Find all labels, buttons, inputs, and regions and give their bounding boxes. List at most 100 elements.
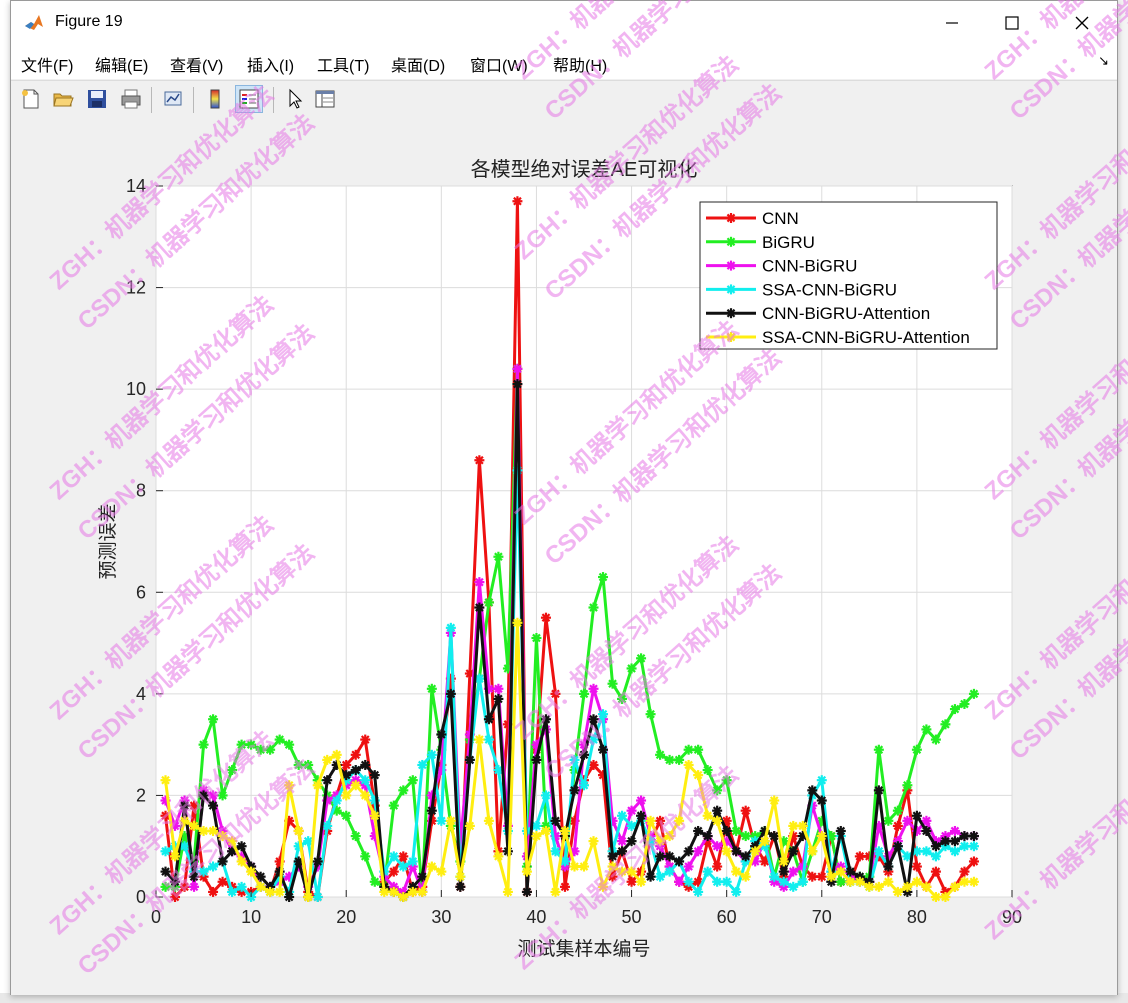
legend-icon — [239, 89, 259, 109]
data-point-marker — [588, 683, 599, 694]
data-point-marker — [712, 785, 723, 796]
data-point-marker — [312, 856, 323, 867]
data-point-marker — [721, 775, 732, 786]
title-bar: Figure 19 — [11, 1, 1117, 45]
data-point-marker — [579, 749, 589, 760]
data-point-marker — [274, 886, 285, 897]
data-point-marker — [540, 790, 551, 801]
data-point-marker — [493, 683, 504, 694]
y-tick-label: 6 — [136, 582, 146, 602]
data-point-marker — [398, 892, 409, 902]
data-point-marker — [388, 886, 399, 897]
y-tick-label: 4 — [136, 684, 146, 704]
menu-tools[interactable]: 工具(T) — [317, 52, 369, 76]
data-point-marker — [445, 688, 456, 699]
data-point-marker — [445, 622, 456, 633]
data-point-marker — [702, 810, 713, 821]
menu-window[interactable]: 窗口(W) — [470, 52, 528, 76]
menu-insert[interactable]: 插入(I) — [247, 52, 294, 76]
data-point-marker — [483, 597, 494, 608]
data-point-marker — [550, 886, 561, 897]
data-point-marker — [293, 825, 304, 836]
edit-plot-button[interactable] — [281, 85, 309, 113]
print-button[interactable] — [117, 85, 145, 113]
data-point-marker — [398, 851, 409, 862]
data-point-marker — [588, 714, 599, 725]
data-point-marker — [350, 749, 361, 760]
data-point-marker — [835, 825, 846, 836]
data-point-marker — [588, 836, 599, 847]
legend-label: BiGRU — [762, 233, 815, 252]
data-point-marker — [921, 724, 932, 735]
data-point-marker — [683, 846, 694, 857]
dock-arrow-icon[interactable]: ↘ — [1098, 53, 1109, 69]
data-point-marker — [360, 790, 371, 801]
data-point-marker — [726, 332, 736, 342]
data-point-marker — [246, 866, 257, 877]
figure-canvas: 0 10 20 30 40 50 60 70 80 90 0 2 4 6 8 10 12 14 各模型绝对误差AE… — [11, 119, 1117, 995]
data-point-marker — [341, 759, 352, 770]
x-tick-label: 0 — [151, 907, 161, 927]
data-point-marker — [674, 876, 685, 887]
data-point-marker — [579, 780, 589, 791]
y-tick-label: 2 — [136, 785, 146, 805]
data-point-marker — [208, 790, 219, 801]
x-tick-label: 30 — [431, 907, 451, 927]
data-point-marker — [721, 846, 732, 857]
menu-file[interactable]: 文件(F) — [21, 52, 73, 76]
data-point-marker — [521, 866, 532, 877]
close-button[interactable] — [1059, 7, 1105, 39]
data-point-marker — [968, 831, 979, 842]
pointer-arrow-icon — [289, 88, 303, 109]
menu-help[interactable]: 帮助(H) — [553, 52, 607, 76]
data-point-marker — [683, 759, 694, 770]
data-point-marker — [693, 886, 704, 897]
data-point-marker — [198, 790, 209, 801]
menu-edit[interactable]: 编辑(E) — [95, 52, 148, 76]
data-point-marker — [626, 866, 637, 877]
data-point-marker — [217, 856, 228, 867]
data-point-marker — [569, 785, 580, 796]
data-point-marker — [198, 825, 209, 836]
data-point-marker — [854, 876, 865, 887]
data-point-marker — [693, 770, 704, 781]
data-point-marker — [702, 831, 713, 842]
menu-view[interactable]: 查看(V) — [170, 52, 223, 76]
y-tick-label: 10 — [126, 379, 146, 399]
new-figure-button[interactable] — [17, 85, 45, 113]
data-point-marker — [379, 886, 390, 897]
minimize-button[interactable] — [929, 7, 975, 39]
data-point-marker — [750, 846, 761, 857]
menu-desktop[interactable]: 桌面(D) — [391, 52, 445, 76]
data-point-marker — [902, 881, 913, 892]
data-point-marker — [569, 754, 580, 765]
save-button[interactable] — [83, 85, 111, 113]
data-point-marker — [512, 363, 523, 374]
insert-legend-button[interactable] — [235, 85, 263, 113]
open-file-button[interactable] — [49, 85, 77, 113]
toolbar-separator — [151, 87, 152, 113]
maximize-button[interactable] — [989, 7, 1035, 39]
data-point-marker — [303, 759, 314, 770]
data-point-marker — [721, 825, 732, 836]
data-point-marker — [179, 800, 190, 811]
data-point-marker — [693, 744, 704, 755]
legend[interactable]: CNN BiGRU CNN-BiGRU SSA-CNN-BiGRU CNN-BiGRU-… — [699, 201, 998, 350]
data-point-marker — [769, 871, 780, 882]
data-point-marker — [189, 871, 200, 882]
data-point-marker — [189, 881, 200, 892]
data-point-marker — [816, 775, 827, 786]
insert-colorbar-button[interactable] — [201, 85, 229, 113]
data-point-marker — [236, 841, 247, 852]
data-point-marker — [512, 617, 523, 628]
data-point-marker — [721, 876, 732, 887]
data-point-marker — [512, 196, 523, 207]
chart: 0 10 20 30 40 50 60 70 80 90 0 2 4 6 8 10 12 14 各模型绝对误差AE… — [97, 158, 1022, 960]
colorbar-icon — [210, 89, 220, 109]
data-point-marker — [407, 856, 418, 867]
data-point-marker — [949, 846, 960, 857]
data-point-marker — [911, 876, 922, 887]
property-inspector-button[interactable] — [311, 85, 339, 113]
link-plot-button[interactable] — [159, 85, 187, 113]
data-point-marker — [930, 734, 941, 745]
